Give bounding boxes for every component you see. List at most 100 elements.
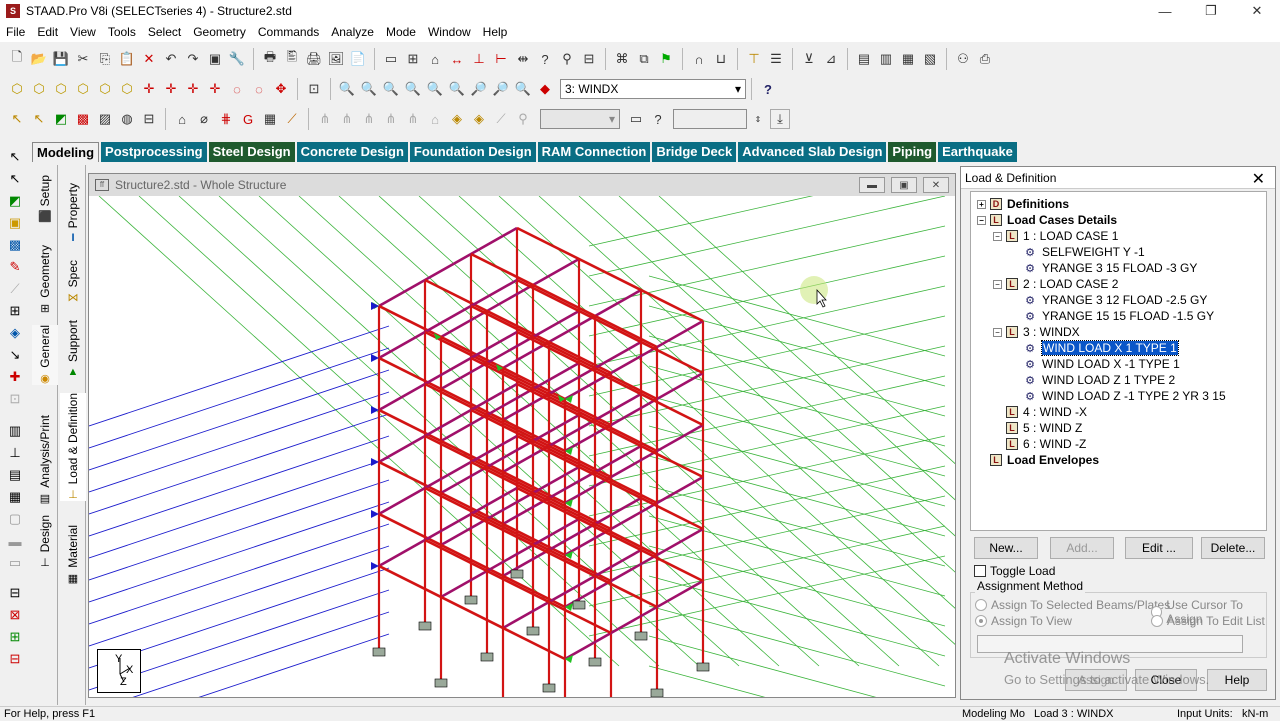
property-icon[interactable]: ☰ bbox=[766, 49, 786, 69]
tree-node[interactable]: ⚙ YRANGE 3 15 FLOAD -3 GY bbox=[1023, 260, 1197, 276]
edit-button[interactable]: Edit ... bbox=[1125, 537, 1193, 559]
viewport-close-button[interactable]: ✕ bbox=[923, 177, 949, 193]
menu-select[interactable]: Select bbox=[142, 25, 187, 39]
tab-bridge-deck[interactable]: Bridge Deck bbox=[652, 142, 737, 162]
view-iso-1-icon[interactable]: ⬡ bbox=[7, 79, 27, 99]
load-color-icon[interactable]: ◆ bbox=[535, 79, 555, 99]
tab-postprocessing[interactable]: Postprocessing bbox=[101, 142, 207, 162]
run-analysis-icon[interactable]: ▤ bbox=[854, 49, 874, 69]
tab-steel-design[interactable]: Steel Design bbox=[208, 142, 295, 162]
load-tree[interactable]: + D Definitions − L Load Cases Details − L 1 : L… bbox=[970, 191, 1267, 531]
select-beam-icon[interactable]: ↖ bbox=[4, 169, 26, 189]
view-1-icon[interactable]: ▥ bbox=[4, 421, 26, 441]
side-tab-geometry[interactable]: Geometry ⊞ bbox=[32, 245, 58, 315]
cursor-icon-4[interactable]: ▩ bbox=[73, 109, 93, 129]
menu-geometry[interactable]: Geometry bbox=[187, 25, 252, 39]
download-icon[interactable]: ⤓ bbox=[770, 109, 790, 129]
tree-node[interactable]: ⚙ WIND LOAD Z 1 TYPE 2 bbox=[1023, 372, 1175, 388]
expand-toggle-icon[interactable]: − bbox=[993, 231, 1002, 241]
grid-icon[interactable]: ⊟ bbox=[579, 49, 599, 69]
rotate-1-icon[interactable]: ✛ bbox=[139, 79, 159, 99]
menu-help[interactable]: Help bbox=[477, 25, 514, 39]
geom-icon-6[interactable]: ⟋ bbox=[282, 109, 302, 129]
select-solid-icon[interactable]: ▣ bbox=[4, 213, 26, 233]
paste-icon[interactable]: 📋 bbox=[117, 49, 137, 69]
structure-model-canvas[interactable] bbox=[89, 196, 955, 697]
tree-node[interactable]: − L 3 : WINDX bbox=[993, 324, 1080, 340]
menu-window[interactable]: Window bbox=[422, 25, 477, 39]
spin-1-icon[interactable]: ◌ bbox=[227, 79, 247, 99]
magnify-icon[interactable]: 🔍 bbox=[513, 79, 533, 99]
tab-modeling[interactable]: Modeling bbox=[32, 142, 100, 162]
view-6-icon[interactable]: ▬ bbox=[4, 531, 26, 551]
open-folder-icon[interactable]: 📂 bbox=[29, 49, 49, 69]
view-11-icon[interactable]: ⊟ bbox=[4, 649, 26, 669]
select-line-icon[interactable]: ⟋ bbox=[4, 279, 26, 299]
tutorial-icon[interactable]: ⎙ bbox=[975, 49, 995, 69]
view-iso-2-icon[interactable]: ⬡ bbox=[29, 79, 49, 99]
expand-toggle-icon[interactable]: − bbox=[993, 279, 1002, 289]
select-geometry-icon[interactable]: ▩ bbox=[4, 235, 26, 255]
node-dimension-icon[interactable]: ⊞ bbox=[403, 49, 423, 69]
cursor-icon-3[interactable]: ◩ bbox=[51, 109, 71, 129]
menu-file[interactable]: File bbox=[0, 25, 31, 39]
side-tab-support[interactable]: Support ▲ bbox=[60, 320, 86, 378]
view-7-icon[interactable]: ▭ bbox=[4, 553, 26, 573]
hide-icon[interactable]: ⊡ bbox=[4, 389, 26, 409]
tree-node[interactable]: L Load Envelopes bbox=[977, 452, 1099, 468]
view-9-icon[interactable]: ⊠ bbox=[4, 605, 26, 625]
tree-node[interactable]: ⚙ WIND LOAD X 1 TYPE 1 bbox=[1023, 340, 1179, 356]
geom-icon-4[interactable]: G bbox=[238, 109, 258, 129]
delete-icon[interactable]: ✕ bbox=[139, 49, 159, 69]
cut-icon[interactable]: ✂ bbox=[73, 49, 93, 69]
side-tab-analysis-print[interactable]: Analysis/Print ▤ bbox=[32, 415, 58, 505]
view-iso-5-icon[interactable]: ⬡ bbox=[95, 79, 115, 99]
measure-icon[interactable]: ⇹ bbox=[513, 49, 533, 69]
new-button[interactable]: New... bbox=[974, 537, 1038, 559]
side-tab-material[interactable]: Material ▦ bbox=[60, 525, 86, 585]
help-icon[interactable]: ? bbox=[758, 79, 778, 99]
print-setup-icon[interactable]: 🖨 bbox=[304, 49, 324, 69]
output-icon[interactable]: ▥ bbox=[876, 49, 896, 69]
tab-foundation-design[interactable]: Foundation Design bbox=[409, 142, 536, 162]
side-tab-general[interactable]: General ◉ bbox=[32, 325, 58, 385]
select-group-icon[interactable]: ◈ bbox=[4, 323, 26, 343]
print-preview-icon[interactable]: 🖺 bbox=[282, 49, 302, 69]
beam-icon[interactable]: ⊢ bbox=[491, 49, 511, 69]
print-icon[interactable]: 🖶 bbox=[260, 49, 280, 69]
restore-button[interactable]: ❐ bbox=[1188, 0, 1234, 22]
tree-node[interactable]: ⚙ SELFWEIGHT Y -1 bbox=[1023, 244, 1145, 260]
cursor-icon-7[interactable]: ⊟ bbox=[139, 109, 159, 129]
menu-tools[interactable]: Tools bbox=[102, 25, 142, 39]
copy-icon[interactable]: ⎘ bbox=[95, 49, 115, 69]
picture-icon[interactable]: 🖼 bbox=[326, 49, 346, 69]
side-tab-property[interactable]: Property I bbox=[60, 183, 86, 244]
close-button[interactable]: ✕ bbox=[1234, 0, 1280, 22]
minimize-button[interactable]: — bbox=[1142, 0, 1188, 22]
zoom-previous-icon[interactable]: 🔍 bbox=[425, 79, 445, 99]
spinner-arrows-icon[interactable]: ⇕ bbox=[748, 109, 768, 129]
side-tab-load-definition[interactable]: Load & Definition ⊥ bbox=[60, 393, 86, 502]
view-3-icon[interactable]: ▤ bbox=[4, 465, 26, 485]
spin-2-icon[interactable]: ◌ bbox=[249, 79, 269, 99]
select-cursor-icon[interactable]: ↖ bbox=[4, 147, 26, 167]
view-4-icon[interactable]: ▦ bbox=[4, 487, 26, 507]
view-8-icon[interactable]: ⊟ bbox=[4, 583, 26, 603]
pan-icon[interactable]: ✥ bbox=[271, 79, 291, 99]
load-case-select[interactable]: 3: WINDX ▾ bbox=[560, 79, 746, 99]
select-member-icon[interactable]: ⊞ bbox=[4, 301, 26, 321]
side-tab-setup[interactable]: Setup ⬛ bbox=[32, 175, 58, 223]
side-tab-spec[interactable]: Spec ⋈ bbox=[60, 260, 86, 304]
view-iso-3-icon[interactable]: ⬡ bbox=[51, 79, 71, 99]
help-button[interactable]: Help bbox=[1207, 669, 1267, 691]
tab-piping[interactable]: Piping bbox=[888, 142, 937, 162]
label-icon[interactable]: ⌘ bbox=[612, 49, 632, 69]
design-icon[interactable]: ▧ bbox=[920, 49, 940, 69]
tab-earthquake[interactable]: Earthquake bbox=[938, 142, 1017, 162]
zoom-window-icon[interactable]: 🔍 bbox=[337, 79, 357, 99]
geom-icon-3[interactable]: ⋕ bbox=[216, 109, 236, 129]
redo-icon[interactable]: ↷ bbox=[183, 49, 203, 69]
menu-edit[interactable]: Edit bbox=[31, 25, 64, 39]
view-iso-4-icon[interactable]: ⬡ bbox=[73, 79, 93, 99]
tree-node[interactable]: L 4 : WIND -X bbox=[993, 404, 1087, 420]
